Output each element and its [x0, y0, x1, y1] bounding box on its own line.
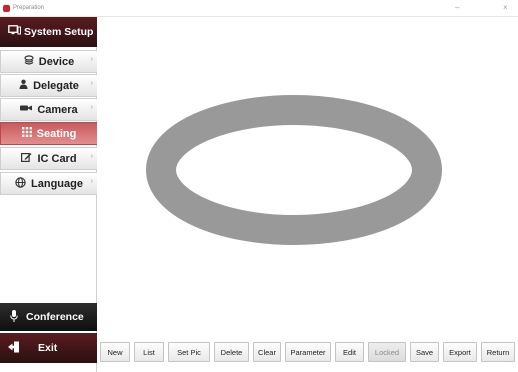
exit-label: Exit: [38, 342, 58, 354]
chevron-right-icon: ›: [90, 178, 93, 185]
grid-icon: [21, 127, 32, 140]
sidebar-item-camera[interactable]: Camera ›: [0, 98, 97, 121]
sidebar-item-label: IC Card: [37, 152, 77, 165]
chevron-right-icon: ›: [90, 153, 93, 160]
seating-canvas[interactable]: [98, 17, 518, 339]
sidebar-item-ic-card[interactable]: IC Card ›: [0, 147, 97, 170]
edit-button[interactable]: Edit: [335, 342, 364, 362]
sidebar: System Setup Device › Delegate › Camera …: [0, 17, 97, 372]
camera-icon: [20, 104, 33, 115]
sidebar-item-label: Seating: [36, 127, 77, 140]
sidebar-item-label: Device: [38, 55, 75, 68]
parameter-button[interactable]: Parameter: [285, 342, 331, 362]
person-icon: [19, 79, 28, 92]
sidebar-item-label: Camera: [37, 103, 78, 116]
export-button[interactable]: Export: [443, 342, 477, 362]
globe-icon: [15, 176, 26, 191]
sidebar-item-delegate[interactable]: Delegate ›: [0, 74, 97, 97]
sidebar-item-seating[interactable]: Seating: [0, 122, 97, 145]
chevron-right-icon: ›: [90, 104, 93, 111]
system-setup-label: System Setup: [24, 26, 94, 38]
exit-door-icon: [8, 341, 20, 356]
sidebar-item-language[interactable]: Language ›: [0, 172, 97, 195]
chevron-right-icon: ›: [90, 56, 93, 63]
microphone-icon: [10, 309, 18, 325]
sidebar-item-label: Language: [31, 177, 83, 190]
window-title: Preparation: [13, 5, 45, 11]
sidebar-item-label: Delegate: [33, 79, 79, 92]
window-titlebar: Preparation – ×: [0, 0, 518, 17]
conference-label: Conference: [26, 311, 84, 323]
return-button[interactable]: Return: [481, 342, 515, 362]
exit-button[interactable]: Exit: [0, 333, 97, 363]
conference-button[interactable]: Conference: [0, 303, 97, 331]
layers-icon: [24, 55, 34, 68]
system-setup-button[interactable]: System Setup: [0, 17, 97, 47]
save-button[interactable]: Save: [410, 342, 439, 362]
edit-card-icon: [21, 152, 32, 165]
new-button[interactable]: New: [100, 342, 130, 362]
minimize-button[interactable]: –: [455, 3, 459, 13]
bottom-toolbar: New List Set Pic Delete Clear Parameter …: [98, 341, 518, 363]
delete-button[interactable]: Delete: [214, 342, 249, 362]
list-button[interactable]: List: [134, 342, 164, 362]
chevron-right-icon: ›: [90, 80, 93, 87]
monitor-icon: [8, 25, 21, 39]
seating-ring[interactable]: [146, 95, 442, 245]
close-button[interactable]: ×: [503, 3, 508, 13]
locked-button[interactable]: Locked: [368, 342, 406, 362]
set-pic-button[interactable]: Set Pic: [168, 342, 210, 362]
sidebar-item-device[interactable]: Device ›: [0, 50, 97, 73]
app-logo-icon: [3, 4, 10, 12]
clear-button[interactable]: Clear: [253, 342, 281, 362]
